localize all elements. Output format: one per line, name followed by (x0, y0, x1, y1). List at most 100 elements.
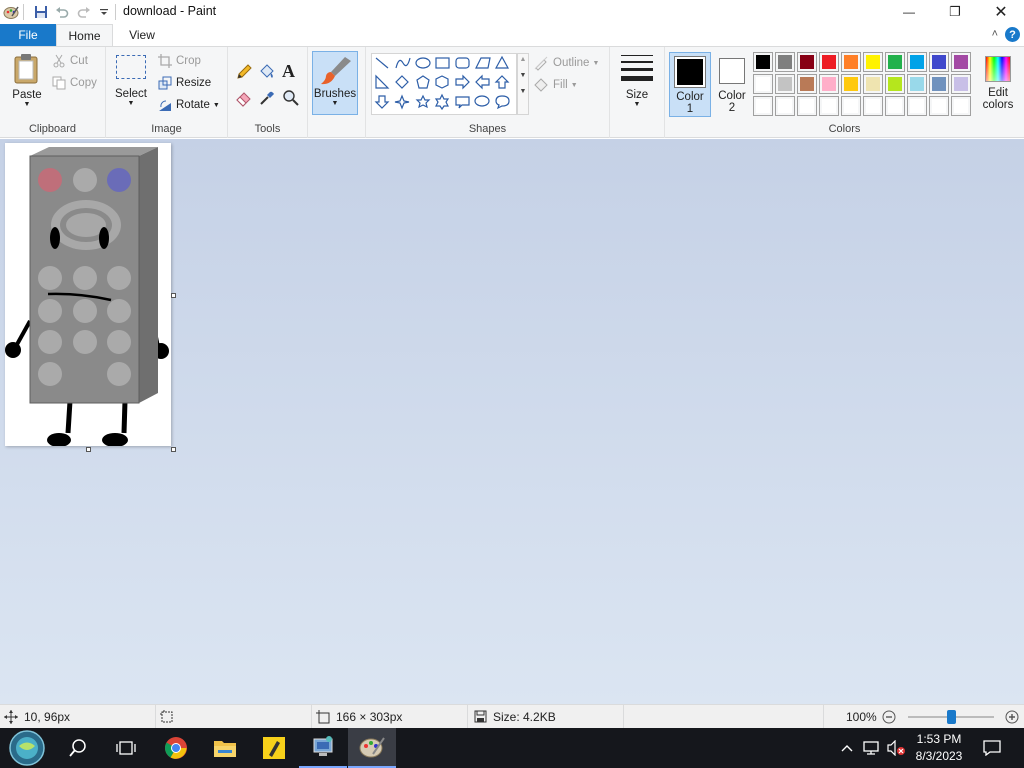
palette-swatch[interactable] (819, 96, 839, 116)
help-icon[interactable]: ? (1005, 27, 1020, 42)
scroll-up-icon[interactable]: ▲ (518, 56, 528, 63)
palette-swatch[interactable] (841, 74, 861, 94)
rotate-label: Rotate (176, 99, 210, 111)
customize-toolbar-icon[interactable] (95, 3, 113, 21)
canvas-resize-handle-bottom[interactable] (86, 447, 91, 452)
magnifier-icon[interactable] (282, 89, 300, 110)
palette-swatch[interactable] (929, 96, 949, 116)
volume-tray-icon[interactable] (884, 728, 908, 768)
maximize-button[interactable]: ❐ (932, 0, 978, 24)
palette-swatch[interactable] (841, 96, 861, 116)
fill-bucket-icon[interactable] (258, 63, 276, 84)
palette-swatch[interactable] (775, 96, 795, 116)
scroll-down-icon[interactable]: ▼ (518, 72, 528, 79)
palette-swatch[interactable] (819, 52, 839, 72)
shapes-gallery-scrollbar[interactable]: ▲ ▼ ▼ (517, 53, 529, 115)
palette-swatch[interactable] (951, 96, 971, 116)
window-title: download - Paint (123, 4, 217, 18)
palette-swatch[interactable] (951, 52, 971, 72)
taskbar-file-explorer[interactable] (201, 728, 249, 768)
pencil-icon[interactable] (235, 63, 253, 84)
palette-swatch[interactable] (797, 52, 817, 72)
edit-colors-button[interactable]: Edit colors (978, 52, 1018, 118)
shapes-gallery-icons[interactable] (372, 54, 518, 116)
select-button[interactable]: Select ▼ (112, 53, 150, 115)
palette-swatch[interactable] (929, 74, 949, 94)
taskbar-clock[interactable]: 1:53 PM 8/3/2023 (908, 731, 970, 765)
canvas-resize-handle-right[interactable] (171, 293, 176, 298)
palette-swatch[interactable] (951, 74, 971, 94)
start-button[interactable] (3, 728, 51, 768)
brushes-button[interactable]: Brushes ▼ (312, 51, 358, 115)
brushes-group: Brushes ▼ (308, 47, 366, 138)
palette-swatch[interactable] (753, 52, 773, 72)
zoom-slider[interactable] (908, 710, 994, 724)
task-view-button[interactable] (102, 728, 150, 768)
resize-button[interactable]: Resize (158, 76, 211, 90)
color-picker-icon[interactable] (258, 89, 276, 110)
outline-button[interactable]: Outline ▼ (533, 55, 599, 71)
palette-swatch[interactable] (907, 96, 927, 116)
palette-swatch[interactable] (885, 96, 905, 116)
palette-swatch[interactable] (929, 52, 949, 72)
palette-swatch[interactable] (863, 74, 883, 94)
fill-button[interactable]: Fill ▼ (533, 77, 578, 93)
palette-swatch[interactable] (797, 74, 817, 94)
redo-icon[interactable] (75, 3, 93, 21)
size-button[interactable]: Size ▼ (616, 51, 658, 115)
palette-swatch[interactable] (819, 74, 839, 94)
outline-brush-icon (534, 56, 548, 71)
palette-swatch[interactable] (797, 96, 817, 116)
paint-app-icon[interactable] (2, 3, 20, 21)
search-button[interactable] (54, 728, 102, 768)
palette-swatch[interactable] (885, 52, 905, 72)
taskbar-chrome[interactable] (152, 728, 200, 768)
palette-swatch[interactable] (907, 74, 927, 94)
palette-swatch[interactable] (841, 52, 861, 72)
collapse-ribbon-icon[interactable]: ˄ (992, 28, 998, 40)
zoom-in-button[interactable] (1004, 710, 1020, 724)
palette-swatch[interactable] (775, 52, 795, 72)
paste-button[interactable]: Paste ▼ (6, 51, 48, 115)
rotate-button[interactable]: Rotate ▼ (158, 98, 220, 112)
eraser-icon[interactable] (235, 89, 253, 110)
canvas-resize-handle-corner[interactable] (171, 447, 176, 452)
expand-gallery-icon[interactable]: ▼ (518, 88, 528, 95)
crop-button[interactable]: Crop (158, 54, 201, 68)
close-button[interactable]: ✕ (978, 0, 1024, 24)
palette-swatch[interactable] (863, 52, 883, 72)
taskbar-control-panel[interactable] (299, 728, 347, 768)
taskbar-sticky-notes[interactable] (250, 728, 298, 768)
palette-swatch[interactable] (907, 52, 927, 72)
search-icon (69, 739, 86, 757)
tab-home[interactable]: Home (56, 24, 113, 47)
show-hidden-icons-button[interactable] (838, 728, 856, 768)
palette-swatch[interactable] (753, 96, 773, 116)
palette-swatch[interactable] (775, 74, 795, 94)
taskbar: 1:53 PM 8/3/2023 (0, 728, 1024, 768)
copy-button[interactable]: Copy (52, 76, 97, 90)
selection-size (156, 705, 312, 728)
canvas-workspace[interactable] (0, 139, 1024, 704)
tab-view[interactable]: View (114, 24, 170, 46)
palette-swatch[interactable] (863, 96, 883, 116)
taskbar-paint[interactable] (348, 728, 396, 768)
network-tray-icon[interactable] (860, 728, 882, 768)
palette-swatch[interactable] (753, 74, 773, 94)
palette-swatch-fill (932, 99, 946, 113)
save-icon[interactable] (32, 3, 50, 21)
undo-icon[interactable] (53, 3, 71, 21)
text-tool-icon[interactable]: A (282, 61, 295, 82)
palette-swatch-fill (822, 77, 836, 91)
zoom-out-button[interactable] (881, 710, 897, 724)
crop-icon (158, 54, 172, 68)
tab-file[interactable]: File (0, 24, 56, 46)
image-dimensions: 166 × 303px (312, 705, 468, 728)
drawing-canvas[interactable] (5, 143, 171, 447)
notifications-button[interactable] (978, 728, 1006, 768)
minimize-button[interactable]: — (886, 0, 932, 24)
palette-swatch-fill (844, 99, 858, 113)
palette-swatch[interactable] (885, 74, 905, 94)
zoom-slider-thumb[interactable] (947, 710, 956, 724)
cut-button[interactable]: Cut (52, 54, 88, 68)
